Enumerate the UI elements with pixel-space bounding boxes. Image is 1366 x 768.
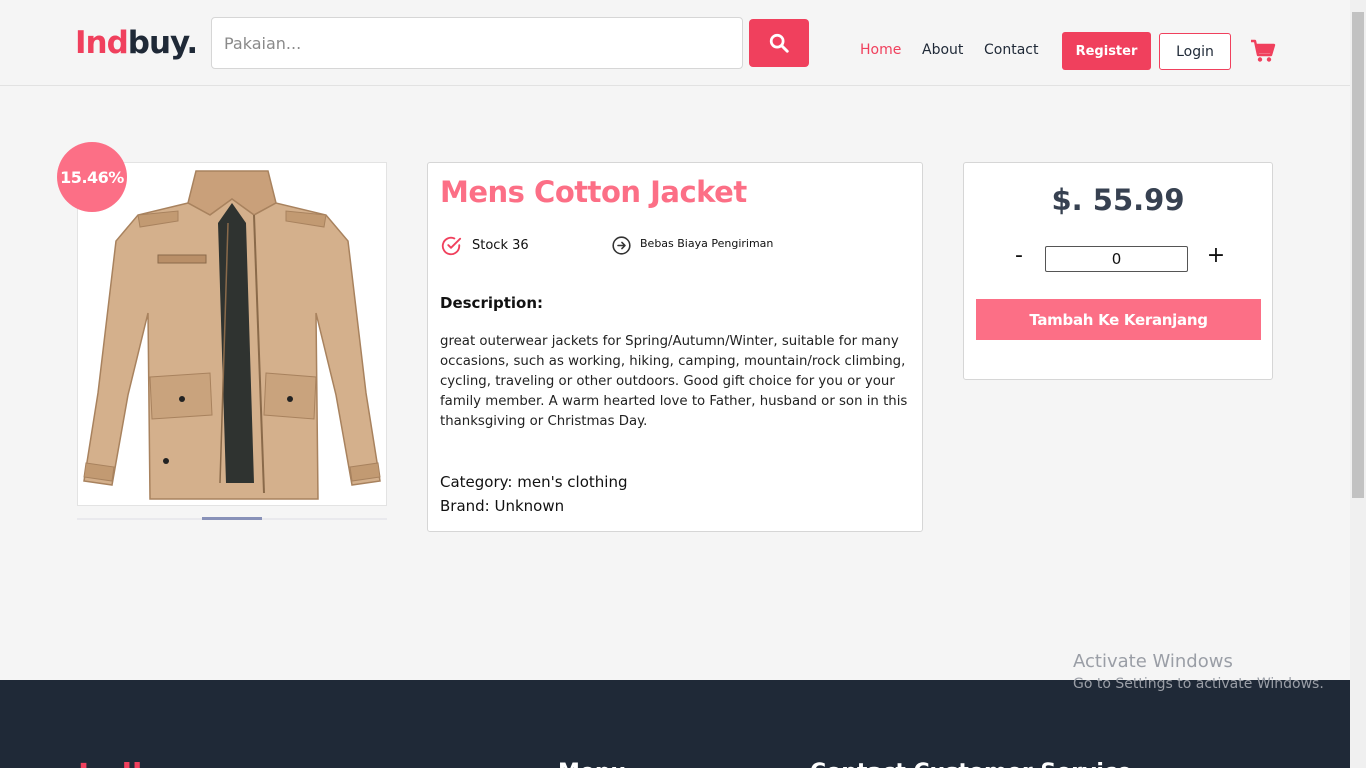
logo-part-buy: buy.	[127, 25, 198, 61]
nav-about[interactable]: About	[922, 42, 963, 58]
quantity-input[interactable]	[1045, 246, 1188, 272]
free-shipping-label: Bebas Biaya Pengiriman	[640, 237, 774, 250]
discount-badge: 15.46%	[57, 142, 127, 212]
check-circle-icon	[441, 236, 462, 256]
arrow-right-circle-icon	[612, 236, 631, 255]
product-brand: Brand: Unknown	[440, 497, 565, 515]
scrollbar-thumb[interactable]	[1352, 12, 1364, 498]
site-footer: Indbuy. Menu Contact Customer Service	[0, 680, 1350, 768]
search-icon	[769, 33, 789, 53]
logo-part-ind: Ind	[75, 25, 129, 61]
purchase-card: $. 55.99 - + Tambah Ke Keranjang	[963, 162, 1273, 380]
product-detail-card: Mens Cotton Jacket Stock 36 Bebas Biaya …	[427, 162, 923, 532]
cart-icon[interactable]	[1250, 38, 1276, 64]
product-image-card	[77, 162, 387, 506]
activate-windows-title: Activate Windows	[1073, 651, 1233, 672]
site-header: Indbuy. Home About Contact Register Logi…	[0, 0, 1350, 86]
nav-contact[interactable]: Contact	[984, 42, 1038, 58]
register-button[interactable]: Register	[1062, 32, 1151, 70]
activate-windows-subtitle: Go to Settings to activate Windows.	[1073, 676, 1324, 692]
brand-logo[interactable]: Indbuy.	[75, 24, 198, 62]
login-button[interactable]: Login	[1159, 33, 1231, 70]
description-text: great outerwear jackets for Spring/Autum…	[440, 334, 908, 429]
product-price: $. 55.99	[1051, 183, 1185, 217]
product-title: Mens Cotton Jacket	[440, 175, 747, 209]
stock-count: Stock 36	[472, 238, 529, 253]
search-button[interactable]	[749, 19, 809, 67]
footer-logo[interactable]: Indbuy.	[78, 758, 203, 768]
add-to-cart-button[interactable]: Tambah Ke Keranjang	[976, 299, 1261, 340]
search-input[interactable]	[211, 17, 743, 69]
footer-contact-heading: Contact Customer Service	[810, 760, 1132, 768]
quantity-increase-button[interactable]: +	[1205, 245, 1227, 269]
carousel-indicator[interactable]	[202, 517, 262, 520]
product-category: Category: men's clothing	[440, 473, 628, 491]
description-heading: Description:	[440, 294, 544, 312]
nav-home[interactable]: Home	[860, 42, 901, 58]
product-image[interactable]	[78, 163, 386, 505]
footer-menu-heading: Menu	[558, 760, 626, 768]
quantity-decrease-button[interactable]: -	[1008, 245, 1030, 269]
